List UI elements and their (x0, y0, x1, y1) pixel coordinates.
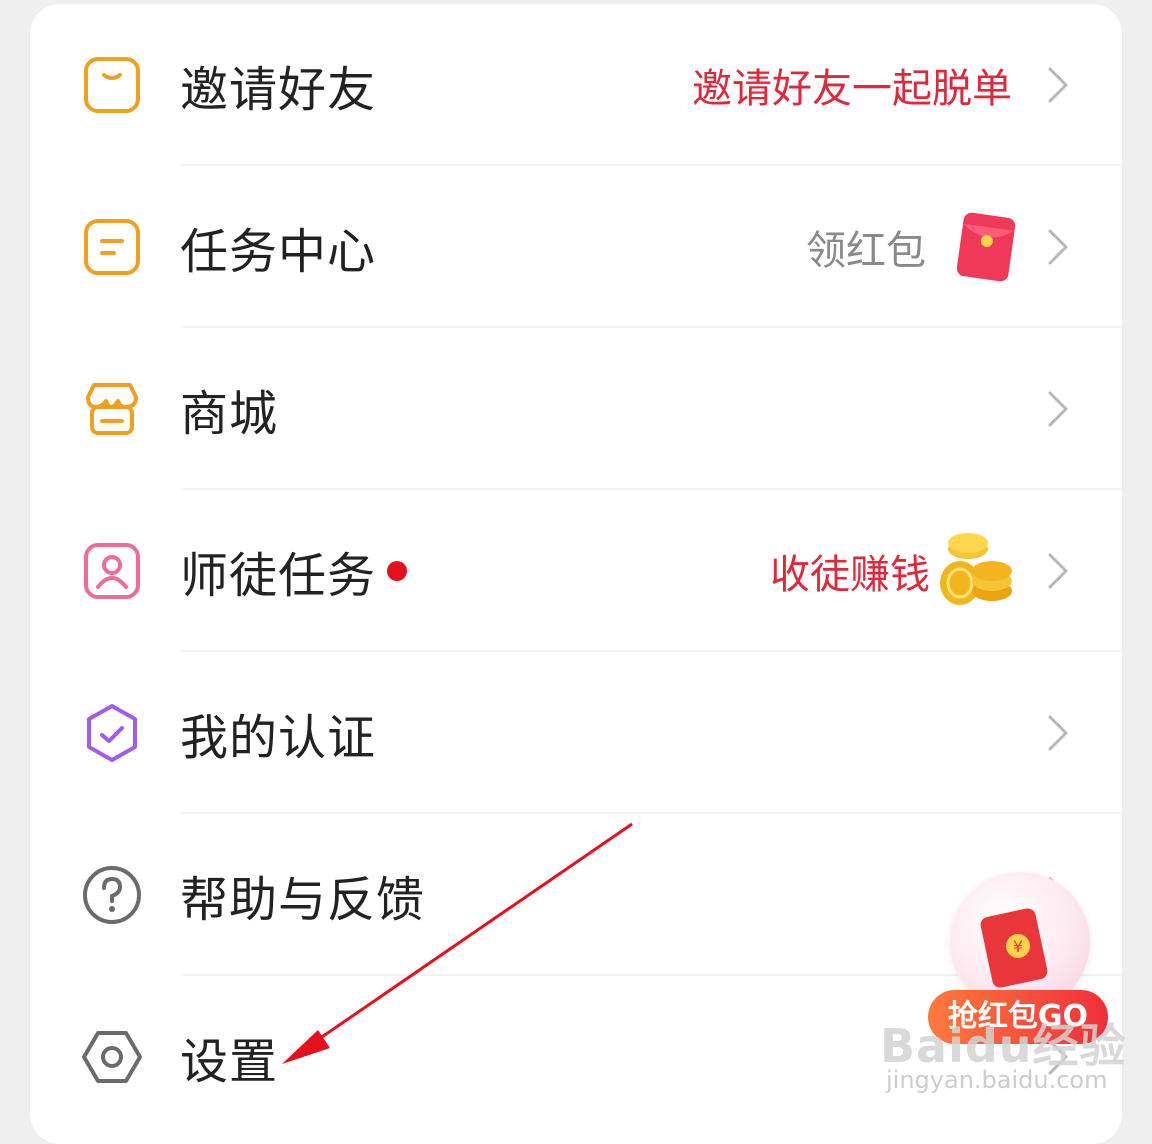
invite-hint: 邀请好友一起脱单 (692, 66, 1012, 112)
task-icon (80, 215, 144, 279)
watermark: Baidu经验 jingyan.baidu.com (880, 1010, 1126, 1110)
menu-item-label: 我的认证 (180, 710, 377, 766)
menu-item-task-center[interactable]: 任务中心 领红包 (30, 166, 1122, 328)
menu-item-mentor-tasks[interactable]: 师徒任务 收徒赚钱 (30, 490, 1122, 652)
user-icon (80, 539, 144, 603)
menu-item-verification[interactable]: 我的认证 (30, 652, 1122, 814)
menu-item-label: 商城 (180, 386, 279, 442)
help-icon (80, 863, 144, 927)
menu-item-mall[interactable]: 商城 (30, 328, 1122, 490)
mentor-hint: 收徒赚钱 (770, 552, 930, 598)
gold-coins-icon (938, 531, 1014, 611)
svg-text:¥: ¥ (1013, 937, 1023, 956)
verified-shield-icon (80, 701, 144, 765)
menu-item-label: 设置 (180, 1034, 279, 1090)
chevron-right-icon (1044, 61, 1072, 109)
menu-item-label: 师徒任务 (180, 548, 377, 604)
settings-icon (80, 1025, 144, 1089)
tasks-hint: 领红包 (806, 228, 926, 274)
red-envelope-icon (954, 209, 1019, 284)
chevron-right-icon (1044, 547, 1072, 595)
chevron-right-icon (1044, 385, 1072, 433)
notification-dot (387, 561, 407, 581)
store-icon (80, 377, 144, 441)
invite-icon (80, 53, 144, 117)
menu-item-label: 帮助与反馈 (180, 872, 426, 928)
menu-item-invite[interactable]: 邀请好友 邀请好友一起脱单 (30, 4, 1122, 166)
chevron-right-icon (1044, 709, 1072, 757)
menu-item-label: 邀请好友 (180, 62, 377, 118)
red-envelope-icon: ¥ (978, 902, 1058, 998)
watermark-url: jingyan.baidu.com (886, 1066, 1108, 1094)
menu-item-label: 任务中心 (180, 224, 377, 280)
chevron-right-icon (1044, 223, 1072, 271)
